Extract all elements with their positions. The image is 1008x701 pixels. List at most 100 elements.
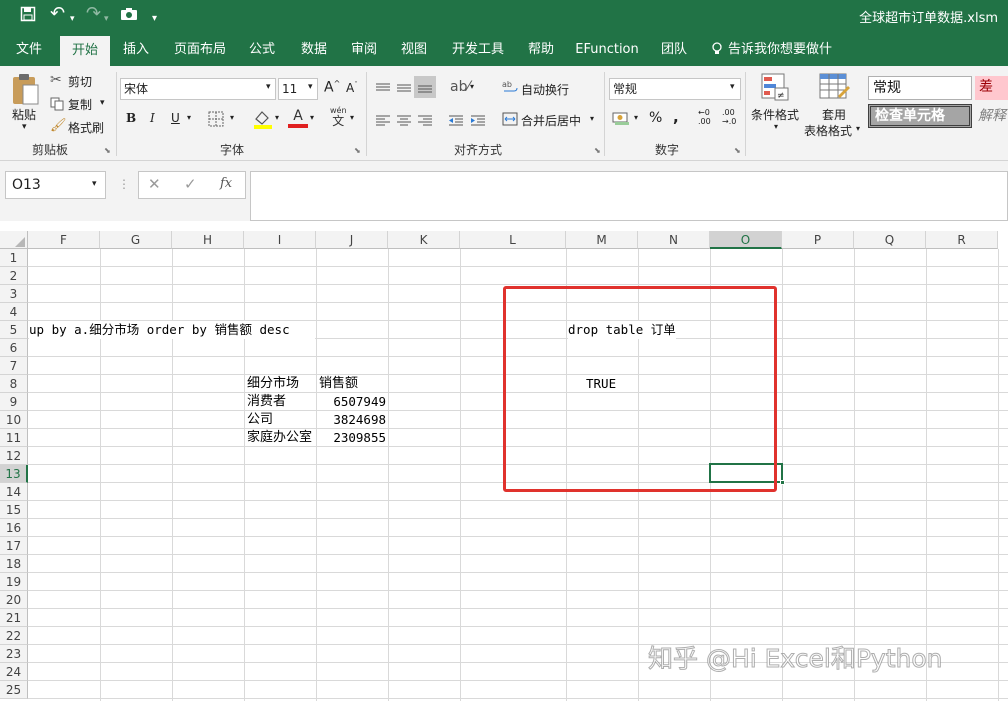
align-middle-icon[interactable] [396,80,412,99]
row-header-18[interactable]: 18 [0,555,28,573]
cell-I11-segment[interactable]: 家庭办公室 [247,429,315,447]
tell-me-search[interactable]: 告诉我你想要做什么 [728,33,844,90]
decrease-indent-icon[interactable] [448,112,464,131]
column-header-L[interactable]: L [460,231,566,249]
row-header-8[interactable]: 8 [0,375,28,393]
comma-style-button[interactable]: , [673,108,679,126]
row-header-13[interactable]: 13 [0,465,28,483]
tab-insert[interactable]: 插入 [116,33,156,66]
save-icon[interactable] [20,6,36,27]
align-left-icon[interactable] [375,112,391,131]
cell-I8-header-segment[interactable]: 细分市场 [247,375,315,393]
paste-icon[interactable] [10,72,40,110]
borders-icon[interactable] [208,111,224,131]
conditional-formatting-dropdown-icon[interactable]: ▾ [774,122,778,131]
percent-button[interactable]: % [649,110,662,126]
name-box[interactable]: O13 [5,171,106,199]
tab-developer[interactable]: 开发工具 [446,33,510,66]
paste-dropdown-icon[interactable]: ▾ [22,122,27,132]
row-header-24[interactable]: 24 [0,663,28,681]
row-header-2[interactable]: 2 [0,267,28,285]
clipboard-launcher-icon[interactable]: ⬊ [104,146,111,155]
row-header-6[interactable]: 6 [0,339,28,357]
increase-decimal-icon[interactable]: ←0.00 [698,108,711,126]
cell-J11-sales[interactable]: 2309855 [316,429,386,447]
column-header-G[interactable]: G [100,231,172,249]
fill-color-icon[interactable] [252,109,274,133]
row-header-1[interactable]: 1 [0,249,28,267]
redo-icon[interactable]: ↷ [86,4,101,24]
align-right-icon[interactable] [417,112,433,131]
phonetic-dropdown-icon[interactable]: ▾ [350,113,354,122]
accounting-format-icon[interactable] [612,110,630,130]
row-header-5[interactable]: 5 [0,321,28,339]
underline-button[interactable]: U [171,111,180,125]
orientation-dropdown-icon[interactable]: ▾ [470,82,474,91]
select-all-button[interactable] [0,231,28,249]
align-center-icon[interactable] [396,112,412,131]
row-header-3[interactable]: 3 [0,285,28,303]
increase-indent-icon[interactable] [470,112,486,131]
format-as-table-button[interactable]: 表格格式 [804,122,852,139]
row-header-4[interactable]: 4 [0,303,28,321]
cut-button[interactable]: 剪切 [68,73,92,90]
column-header-Q[interactable]: Q [854,231,926,249]
row-header-11[interactable]: 11 [0,429,28,447]
row-header-14[interactable]: 14 [0,483,28,501]
row-header-25[interactable]: 25 [0,681,28,699]
font-size-dropdown-icon[interactable]: ▾ [308,82,313,92]
align-bottom-icon[interactable] [414,76,436,98]
grow-font-icon[interactable]: A^ [324,79,340,96]
number-format-select[interactable]: 常规 [609,78,741,100]
column-header-M[interactable]: M [566,231,638,249]
column-header-O[interactable]: O [710,231,782,249]
row-header-17[interactable]: 17 [0,537,28,555]
font-name-dropdown-icon[interactable]: ▾ [266,82,271,92]
tab-file[interactable]: 文件 [8,33,50,66]
italic-button[interactable]: I [150,111,155,125]
tab-data[interactable]: 数据 [294,33,334,66]
orientation-icon[interactable]: ab⁄ [450,79,470,95]
font-name-select[interactable]: 宋体 [120,78,276,100]
style-check-cell[interactable]: 检查单元格 [868,104,972,128]
cell-J10-sales[interactable]: 3824698 [316,411,386,429]
merge-center-button[interactable]: 合并后居中 [521,112,581,129]
row-header-7[interactable]: 7 [0,357,28,375]
column-header-N[interactable]: N [638,231,710,249]
borders-dropdown-icon[interactable]: ▾ [230,113,234,122]
merge-dropdown-icon[interactable]: ▾ [590,114,594,123]
row-header-20[interactable]: 20 [0,591,28,609]
camera-icon[interactable] [120,6,138,27]
row-header-12[interactable]: 12 [0,447,28,465]
paste-button[interactable]: 粘贴 [12,106,36,123]
tab-formulas[interactable]: 公式 [244,33,280,66]
row-header-22[interactable]: 22 [0,627,28,645]
bold-button[interactable]: B [126,111,136,125]
tab-review[interactable]: 审阅 [346,33,382,66]
align-top-icon[interactable] [375,80,391,99]
tab-home[interactable]: 开始 [60,36,110,66]
cell-F5-sql-text[interactable]: up by a.细分市场 order by 销售额 desc [29,321,315,339]
phonetic-icon[interactable]: wén 文 [330,106,347,127]
column-header-J[interactable]: J [316,231,388,249]
row-header-19[interactable]: 19 [0,573,28,591]
fill-color-dropdown-icon[interactable]: ▾ [275,113,279,122]
row-header-15[interactable]: 15 [0,501,28,519]
number-format-dropdown-icon[interactable]: ▾ [730,82,735,92]
cell-I10-segment[interactable]: 公司 [247,411,315,429]
shrink-font-icon[interactable]: Aˇ [346,81,358,95]
copy-dropdown-icon[interactable]: ▾ [100,98,105,108]
name-box-dropdown-icon[interactable]: ▾ [92,179,97,189]
undo-dropdown-icon[interactable]: ▾ [70,9,75,29]
number-launcher-icon[interactable]: ⬊ [734,146,741,155]
row-header-16[interactable]: 16 [0,519,28,537]
cell-J9-sales[interactable]: 6507949 [316,393,386,411]
column-header-K[interactable]: K [388,231,460,249]
fill-handle[interactable] [780,480,785,485]
column-header-I[interactable]: I [244,231,316,249]
style-bad[interactable]: 差 [975,76,1008,100]
cell-J8-header-sales[interactable]: 销售额 [319,375,387,393]
column-header-P[interactable]: P [782,231,854,249]
row-header-21[interactable]: 21 [0,609,28,627]
tab-page-layout[interactable]: 页面布局 [168,33,232,66]
